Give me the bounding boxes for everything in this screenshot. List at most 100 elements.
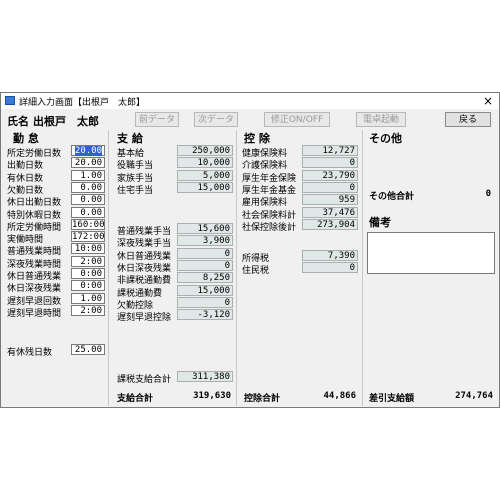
attendance-row-label: 深夜残業時間 bbox=[7, 259, 62, 270]
back-button[interactable]: 戻る bbox=[445, 112, 491, 127]
payment-row-field: 15,000 bbox=[177, 284, 233, 296]
attendance-row-field[interactable]: 20.00 bbox=[71, 157, 105, 169]
tax-row-field: 7,390 bbox=[302, 250, 358, 261]
name-label: 氏名 bbox=[7, 115, 29, 128]
payment-row-label: 欠勤控除 bbox=[117, 300, 154, 311]
prev-data-button[interactable]: 前データ bbox=[135, 112, 179, 127]
tax-row-field: 0 bbox=[302, 262, 358, 274]
payment-row-field: 15,000 bbox=[177, 181, 233, 193]
payment-row-label: 休日深夜残業 bbox=[117, 263, 172, 274]
payment-row-label: 遅刻早退控除 bbox=[117, 313, 172, 324]
deduction-row-field: 273,904 bbox=[302, 218, 358, 230]
attendance-row-field[interactable]: 2:00 bbox=[71, 304, 105, 316]
paid-leave-remaining-field[interactable]: 25.00 bbox=[71, 344, 105, 355]
selected-text: 20.00 bbox=[74, 146, 102, 156]
taxable-payment-total-label: 課税支給合計 bbox=[117, 375, 172, 385]
payment-total-label: 支給合計 bbox=[117, 394, 154, 404]
deduction-row-field: 23,790 bbox=[302, 169, 358, 181]
attendance-row-label: 休日出勤日数 bbox=[7, 198, 62, 209]
next-data-button[interactable]: 次データ bbox=[194, 112, 238, 127]
app-icon bbox=[5, 96, 15, 105]
attendance-row-label: 有休日数 bbox=[7, 173, 44, 184]
tax-row-label: 所得税 bbox=[242, 254, 270, 264]
attendance-row-label: 欠勤日数 bbox=[7, 185, 44, 196]
payment-row-label: 深夜残業手当 bbox=[117, 239, 172, 250]
deduction-row-field: 0 bbox=[302, 157, 358, 169]
calculator-button[interactable]: 電卓起動 bbox=[356, 112, 406, 127]
deduction-row-label: 厚生年金保険 bbox=[242, 173, 297, 184]
net-pay-value: 274,764 bbox=[455, 391, 493, 401]
payment-row-label: 基本給 bbox=[117, 149, 145, 159]
deduction-row-label: 雇用保険料 bbox=[242, 198, 288, 209]
attendance-row-label: 普通残業時間 bbox=[7, 247, 62, 258]
deduction-row-field: 37,476 bbox=[302, 206, 358, 218]
other-title: その他 bbox=[369, 132, 402, 145]
payment-row-label: 非課税通勤費 bbox=[117, 276, 172, 287]
payment-row-label: 役職手当 bbox=[117, 161, 154, 172]
payments-title: 支 給 bbox=[117, 132, 143, 145]
attendance-row-field[interactable]: 1.00 bbox=[71, 169, 105, 181]
payment-row-label: 課税通勤費 bbox=[117, 288, 163, 299]
attendance-row-field[interactable]: 172:00 bbox=[71, 231, 105, 243]
attendance-row-field[interactable]: 2:00 bbox=[71, 255, 105, 267]
attendance-row-field[interactable]: 0.00 bbox=[71, 194, 105, 206]
deduction-row-label: 介護保険料 bbox=[242, 161, 288, 172]
edit-toggle-button[interactable]: 修正ON/OFF bbox=[264, 112, 330, 127]
deduction-row-field: 0 bbox=[302, 181, 358, 193]
payment-row-field: 0 bbox=[177, 247, 233, 259]
payment-row-field: 10,000 bbox=[177, 157, 233, 169]
notes-title: 備考 bbox=[369, 216, 391, 229]
payment-row-label: 家族手当 bbox=[117, 173, 154, 184]
attendance-row-field[interactable]: 0:00 bbox=[71, 268, 105, 279]
attendance-row-field[interactable]: 0.00 bbox=[71, 206, 105, 218]
deduction-row-label: 厚生年金基金 bbox=[242, 185, 297, 196]
attendance-title: 勤 怠 bbox=[13, 132, 39, 145]
deduction-row-field: 12,727 bbox=[302, 145, 358, 156]
other-total-value: 0 bbox=[485, 189, 491, 199]
deduction-total-label: 控除合計 bbox=[244, 394, 281, 404]
attendance-row-field[interactable]: 20.00 bbox=[71, 145, 105, 156]
payment-row-field: 250,000 bbox=[177, 145, 233, 156]
payment-row-field: 0 bbox=[177, 259, 233, 271]
payment-total-value: 319,630 bbox=[193, 391, 231, 401]
net-pay-label: 差引支給額 bbox=[369, 394, 415, 404]
employee-name: 出根戸 太郎 bbox=[33, 115, 99, 128]
attendance-row-field[interactable]: 0:00 bbox=[71, 280, 105, 292]
payment-row-field: 15,600 bbox=[177, 223, 233, 234]
header-row: 氏名 出根戸 太郎 前データ 次データ 修正ON/OFF 電卓起動 戻る bbox=[1, 109, 499, 129]
payment-row-field: -3,120 bbox=[177, 309, 233, 321]
payment-row-label: 普通残業手当 bbox=[117, 227, 172, 237]
deduction-row-label: 健康保険料 bbox=[242, 149, 288, 159]
taxable-payment-total-field: 311,380 bbox=[177, 371, 233, 382]
attendance-row-label: 所定労働時間 bbox=[7, 222, 62, 233]
deductions-title: 控 除 bbox=[244, 132, 270, 145]
attendance-row-label: 休日普通残業 bbox=[7, 272, 62, 282]
payment-row-field: 5,000 bbox=[177, 169, 233, 181]
payment-row-field: 0 bbox=[177, 296, 233, 308]
attendance-row-field[interactable]: 0.00 bbox=[71, 181, 105, 193]
payment-row-field: 3,900 bbox=[177, 235, 233, 247]
paid-leave-remaining-label: 有休残日数 bbox=[7, 348, 53, 358]
attendance-row-label: 特別休暇日数 bbox=[7, 210, 62, 221]
attendance-row-field[interactable]: 1.00 bbox=[71, 292, 105, 304]
attendance-row-label: 所定労働日数 bbox=[7, 149, 62, 159]
attendance-row-label: 実働時間 bbox=[7, 235, 44, 246]
attendance-row-field[interactable]: 10:00 bbox=[71, 243, 105, 255]
other-total-label: その他合計 bbox=[369, 192, 415, 202]
notes-textarea[interactable] bbox=[367, 232, 495, 274]
attendance-row-label: 遅刻早退回数 bbox=[7, 296, 62, 307]
column-divider bbox=[362, 130, 363, 406]
deduction-total-value: 44,866 bbox=[323, 391, 356, 401]
deduction-row-label: 社保控除後計 bbox=[242, 222, 297, 233]
attendance-row-field[interactable]: 160:00 bbox=[71, 218, 105, 230]
tax-row-label: 住民税 bbox=[242, 266, 270, 277]
deduction-row-label: 社会保険料計 bbox=[242, 210, 297, 221]
detail-input-window: 詳細入力画面【出根戸 太郎】 × 氏名 出根戸 太郎 前データ 次データ 修正O… bbox=[0, 92, 500, 408]
attendance-row-label: 休日深夜残業 bbox=[7, 284, 62, 295]
payment-row-label: 住宅手当 bbox=[117, 185, 154, 196]
deduction-row-field: 959 bbox=[302, 194, 358, 206]
close-icon[interactable]: × bbox=[483, 93, 493, 109]
attendance-row-label: 遅刻早退時間 bbox=[7, 308, 62, 319]
window-title: 詳細入力画面【出根戸 太郎】 bbox=[19, 98, 146, 108]
column-divider bbox=[108, 130, 109, 406]
